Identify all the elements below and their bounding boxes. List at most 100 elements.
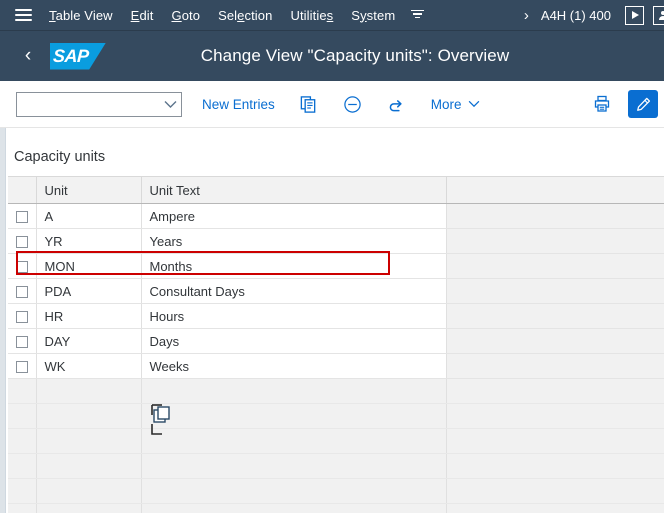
column-header-unit-text[interactable]: Unit Text	[141, 176, 447, 204]
table-row-empty[interactable]	[8, 503, 664, 513]
cell-empty	[141, 403, 447, 429]
undo-arrow-icon[interactable]	[385, 92, 409, 116]
table-row[interactable]: DAY Days	[8, 328, 664, 354]
cell-unit-text[interactable]: Weeks	[141, 353, 447, 379]
system-id-label: A4H (1) 400	[540, 7, 611, 23]
cell-unit[interactable]: A	[36, 203, 142, 229]
cell-empty	[8, 428, 37, 454]
cell-empty	[36, 453, 142, 479]
cell-filler	[446, 203, 664, 229]
capacity-units-table: Unit Unit Text A Ampere YR Years MON Months PD…	[8, 176, 664, 513]
cell-unit[interactable]: PDA	[36, 278, 142, 304]
shell-header: ‹ SAP Change View "Capacity units": Over…	[0, 31, 664, 81]
printer-icon[interactable]	[590, 92, 614, 116]
table-row-empty[interactable]	[8, 378, 664, 404]
menu-overflow-icon[interactable]	[406, 0, 428, 31]
cell-unit[interactable]: HR	[36, 303, 142, 329]
view-select-combo[interactable]	[16, 91, 182, 117]
delete-minus-circle-icon[interactable]	[341, 92, 365, 116]
cell-filler	[446, 328, 664, 354]
more-menu-button[interactable]: More	[431, 97, 480, 112]
play-button-icon[interactable]	[625, 5, 644, 25]
table-row[interactable]: HR Hours	[8, 303, 664, 329]
cell-empty	[36, 403, 142, 429]
menu-item-goto[interactable]: Goto	[162, 0, 209, 31]
cell-filler	[446, 228, 664, 254]
table-row[interactable]: PDA Consultant Days	[8, 278, 664, 304]
table-row[interactable]: MON Months	[8, 253, 664, 279]
more-menu-label: More	[430, 96, 462, 112]
table-row-empty[interactable]	[8, 403, 664, 429]
cell-unit[interactable]: YR	[36, 228, 142, 254]
cell-empty	[141, 428, 447, 454]
row-checkbox[interactable]	[15, 211, 28, 224]
cell-unit[interactable]: WK	[36, 353, 142, 379]
cell-empty	[8, 378, 37, 404]
cell-unit-text[interactable]: Years	[141, 228, 447, 254]
cell-empty	[141, 478, 447, 504]
table-header-row: Unit Unit Text	[8, 176, 664, 204]
menu-item-utilities[interactable]: Utilities	[281, 0, 342, 31]
row-select-cell[interactable]	[8, 203, 37, 229]
cell-empty	[446, 453, 664, 479]
table-row-empty[interactable]	[8, 428, 664, 454]
column-header-unit[interactable]: Unit	[36, 176, 142, 204]
row-checkbox[interactable]	[15, 311, 28, 324]
cell-unit-text[interactable]: Ampere	[141, 203, 447, 229]
row-checkbox[interactable]	[15, 236, 28, 249]
cell-empty	[446, 478, 664, 504]
sap-logo-text: SAP	[52, 45, 90, 66]
chevron-down-icon	[468, 100, 480, 108]
row-checkbox[interactable]	[15, 361, 28, 374]
menu-item-selection[interactable]: Selection	[209, 0, 281, 31]
row-checkbox[interactable]	[15, 336, 28, 349]
chevron-right-icon[interactable]: ›	[512, 0, 541, 31]
table-row-empty[interactable]	[8, 453, 664, 479]
cell-empty	[8, 453, 37, 479]
row-select-cell[interactable]	[8, 228, 37, 254]
sap-gui-window: Table View Edit Goto Selection Utilities…	[0, 0, 664, 513]
back-chevron-icon[interactable]: ‹	[8, 31, 48, 81]
sap-logo[interactable]: SAP	[50, 42, 106, 70]
table-row[interactable]: A Ampere	[8, 203, 664, 229]
row-select-cell[interactable]	[8, 278, 37, 304]
cell-empty	[141, 503, 447, 513]
cell-unit-text[interactable]: Hours	[141, 303, 447, 329]
cell-empty	[36, 478, 142, 504]
cell-unit[interactable]: MON	[36, 253, 142, 279]
new-entries-button[interactable]: New Entries	[200, 93, 277, 116]
cell-empty	[446, 428, 664, 454]
cell-empty	[141, 378, 447, 404]
table-row[interactable]: WK Weeks	[8, 353, 664, 379]
table-row-empty[interactable]	[8, 478, 664, 504]
menu-item-table-view[interactable]: Table View	[40, 0, 122, 31]
hamburger-menu-icon[interactable]	[6, 0, 40, 31]
menu-item-system[interactable]: System	[342, 0, 404, 31]
row-select-cell[interactable]	[8, 253, 37, 279]
copy-as-icon[interactable]	[297, 92, 321, 116]
row-select-cell[interactable]	[8, 303, 37, 329]
table-row[interactable]: YR Years	[8, 228, 664, 254]
cell-filler	[446, 253, 664, 279]
cell-unit[interactable]: DAY	[36, 328, 142, 354]
edit-pen-icon[interactable]	[628, 90, 658, 118]
row-checkbox[interactable]	[15, 286, 28, 299]
capacity-units-table-wrapper: Unit Unit Text A Ampere YR Years MON Months PD…	[8, 176, 664, 513]
menu-item-edit[interactable]: Edit	[122, 0, 163, 31]
column-header-select[interactable]	[8, 176, 37, 204]
row-select-cell[interactable]	[8, 328, 37, 354]
row-checkbox[interactable]	[15, 261, 28, 274]
chevron-down-icon[interactable]	[159, 100, 181, 109]
cell-unit-text[interactable]: Days	[141, 328, 447, 354]
menu-bar-right-group: › A4H (1) 400	[512, 0, 664, 31]
toolbar-right-group	[570, 90, 664, 118]
cell-empty	[36, 378, 142, 404]
user-profile-icon[interactable]	[653, 5, 664, 25]
action-toolbar: New Entries More	[0, 81, 664, 128]
cell-unit-text[interactable]: Consultant Days	[141, 278, 447, 304]
cell-unit-text[interactable]: Months	[141, 253, 447, 279]
cell-empty	[8, 478, 37, 504]
cell-empty	[446, 403, 664, 429]
row-select-cell[interactable]	[8, 353, 37, 379]
table-body: A Ampere YR Years MON Months PDA Consultant Day…	[8, 203, 664, 513]
